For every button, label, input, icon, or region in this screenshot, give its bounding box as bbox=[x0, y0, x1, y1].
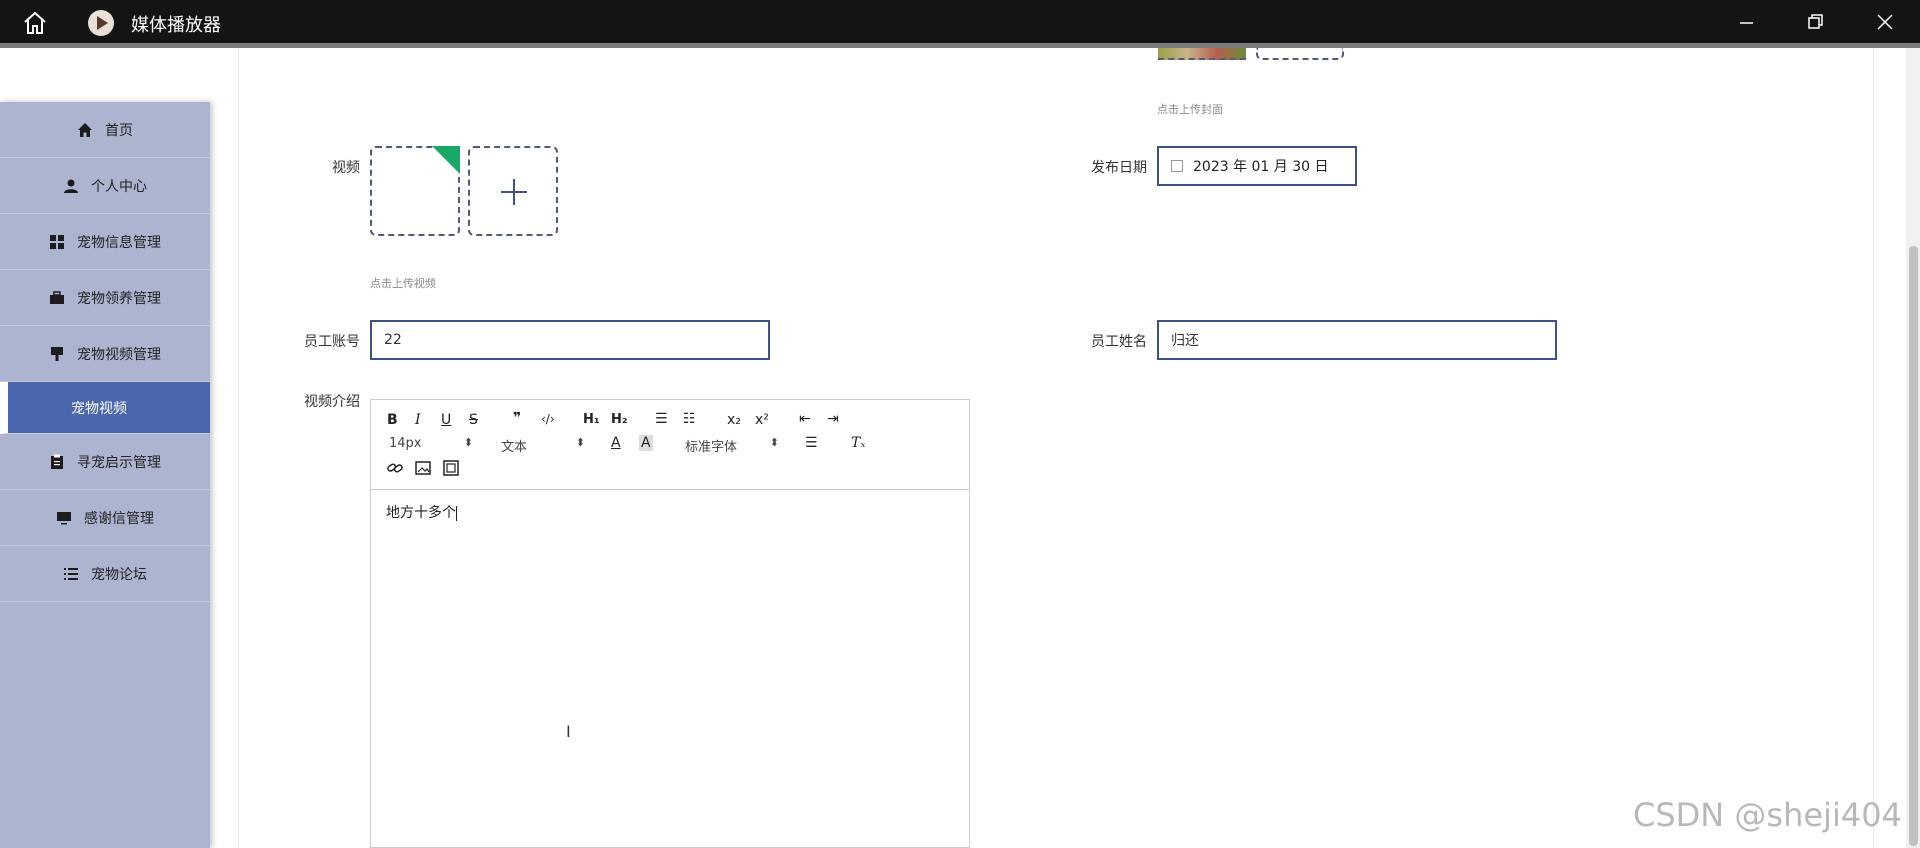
sidebar-item-label: 宠物论坛 bbox=[91, 566, 147, 583]
editor-text: 地方十多个 bbox=[386, 505, 456, 521]
header-select[interactable]: 文本 bbox=[501, 436, 585, 455]
calendar-icon bbox=[1171, 160, 1183, 172]
watermark: CSDN @sheji404 bbox=[1633, 796, 1902, 834]
grid-icon bbox=[50, 234, 64, 249]
cover-thumbnail[interactable] bbox=[1158, 48, 1246, 60]
sidebar-item-label: 宠物视频 bbox=[71, 400, 127, 417]
sidebar-item-personal-center[interactable]: 个人中心 bbox=[0, 158, 210, 214]
subscript-icon[interactable]: x₂ bbox=[727, 412, 741, 428]
indent-icon[interactable]: ⇥ bbox=[827, 411, 839, 427]
sidebar-item-label: 首页 bbox=[105, 122, 133, 139]
link-icon[interactable] bbox=[387, 460, 403, 476]
video-intro-label: 视频介绍 bbox=[304, 394, 360, 410]
clear-format-icon[interactable]: Tₓ bbox=[851, 435, 865, 451]
underline-icon[interactable]: U bbox=[441, 412, 451, 428]
sidebar-item-pet-info[interactable]: 宠物信息管理 bbox=[0, 214, 210, 270]
sidebar-item-home[interactable]: 首页 bbox=[0, 102, 210, 158]
sidebar-item-lost-pet-notice[interactable]: 寻宠启示管理 bbox=[0, 434, 210, 490]
video-label: 视频 bbox=[332, 160, 360, 176]
briefcase-icon bbox=[50, 290, 64, 304]
editor-toolbar: B I U S ❞ ‹/› H₁ H₂ ☰ ☷ x₂ x² ⇤ ⇥ 14px 文… bbox=[371, 400, 969, 490]
font-size-select[interactable]: 14px bbox=[389, 436, 473, 451]
sidebar-item-label: 宠物领养管理 bbox=[77, 290, 161, 307]
minimize-icon[interactable] bbox=[1731, 8, 1761, 36]
sidebar-item-pet-video-management[interactable]: 宠物视频管理 bbox=[0, 326, 210, 382]
text-color-icon[interactable]: A bbox=[611, 435, 621, 451]
upload-success-badge bbox=[432, 146, 460, 174]
font-family-select[interactable]: 标准字体 bbox=[685, 436, 779, 455]
heading2-icon[interactable]: H₂ bbox=[611, 412, 628, 427]
superscript-icon[interactable]: x² bbox=[755, 412, 769, 428]
employee-name-label: 员工姓名 bbox=[1091, 334, 1147, 350]
media-player-icon bbox=[88, 10, 114, 36]
editor-content[interactable]: 地方十多个 bbox=[371, 490, 969, 534]
image-icon[interactable] bbox=[415, 460, 431, 476]
sidebar-item-pet-forum[interactable]: 宠物论坛 bbox=[0, 546, 210, 602]
sidebar-subitem-pet-video[interactable]: 宠物视频 bbox=[0, 382, 210, 434]
scrollbar-thumb[interactable] bbox=[1909, 246, 1918, 846]
sidebar-item-label: 宠物视频管理 bbox=[77, 346, 161, 363]
italic-icon[interactable]: I bbox=[415, 412, 421, 428]
home-icon[interactable] bbox=[22, 11, 48, 35]
vertical-scrollbar[interactable] bbox=[1906, 48, 1920, 848]
blockquote-icon[interactable]: ❞ bbox=[513, 410, 521, 426]
video-upload-hint: 点击上传视频 bbox=[370, 277, 436, 290]
brush-icon bbox=[51, 346, 63, 361]
restore-icon[interactable] bbox=[1800, 8, 1830, 36]
sidebar-item-label: 个人中心 bbox=[91, 178, 147, 195]
sidebar-item-label: 感谢信管理 bbox=[84, 510, 154, 527]
employee-name-input[interactable] bbox=[1157, 320, 1557, 360]
list-icon bbox=[64, 567, 78, 580]
publish-date-label: 发布日期 bbox=[1091, 160, 1147, 176]
employee-account-input[interactable] bbox=[370, 320, 770, 360]
code-icon[interactable]: ‹/› bbox=[541, 412, 555, 426]
publish-date-picker[interactable]: 2023 年 01 月 30 日 bbox=[1157, 146, 1357, 186]
cover-upload-hint: 点击上传封面 bbox=[1157, 103, 1223, 116]
video-upload-button[interactable] bbox=[468, 146, 558, 236]
employee-account-label: 员工账号 bbox=[304, 334, 360, 350]
bullet-list-icon[interactable]: ☷ bbox=[683, 411, 696, 427]
cover-upload-button[interactable] bbox=[1256, 48, 1344, 60]
sidebar-item-pet-adoption[interactable]: 宠物领养管理 bbox=[0, 270, 210, 326]
outdent-icon[interactable]: ⇤ bbox=[799, 411, 811, 427]
sidebar-item-label: 宠物信息管理 bbox=[77, 234, 161, 251]
window-titlebar: 媒体播放器 bbox=[0, 0, 1920, 43]
heading1-icon[interactable]: H₁ bbox=[583, 412, 600, 427]
video-icon[interactable] bbox=[443, 460, 459, 476]
user-icon bbox=[64, 179, 78, 193]
plus-icon bbox=[501, 179, 527, 205]
video-uploaded-item[interactable] bbox=[370, 146, 460, 236]
strikethrough-icon[interactable]: S bbox=[469, 412, 478, 428]
publish-date-value: 2023 年 01 月 30 日 bbox=[1193, 159, 1329, 175]
monitor-icon bbox=[57, 511, 71, 524]
home-icon bbox=[78, 122, 92, 137]
background-color-icon[interactable]: A bbox=[639, 435, 653, 451]
close-icon[interactable] bbox=[1870, 8, 1900, 36]
window-title: 媒体播放器 bbox=[131, 15, 221, 36]
sidebar: 首页 个人中心 宠物信息管理 宠物领养管理 宠物视频管理 宠物视频 寻宠启示管理… bbox=[0, 102, 210, 848]
ordered-list-icon[interactable]: ☰ bbox=[655, 411, 668, 427]
sidebar-item-label: 寻宠启示管理 bbox=[77, 454, 161, 471]
clipboard-icon bbox=[51, 454, 63, 469]
text-caret bbox=[456, 505, 457, 521]
text-cursor-icon: I bbox=[566, 722, 571, 741]
rich-text-editor: B I U S ❞ ‹/› H₁ H₂ ☰ ☷ x₂ x² ⇤ ⇥ 14px 文… bbox=[370, 399, 970, 848]
bold-icon[interactable]: B bbox=[387, 412, 398, 428]
align-icon[interactable]: ☰ bbox=[805, 435, 818, 451]
sidebar-item-thank-you-letters[interactable]: 感谢信管理 bbox=[0, 490, 210, 546]
